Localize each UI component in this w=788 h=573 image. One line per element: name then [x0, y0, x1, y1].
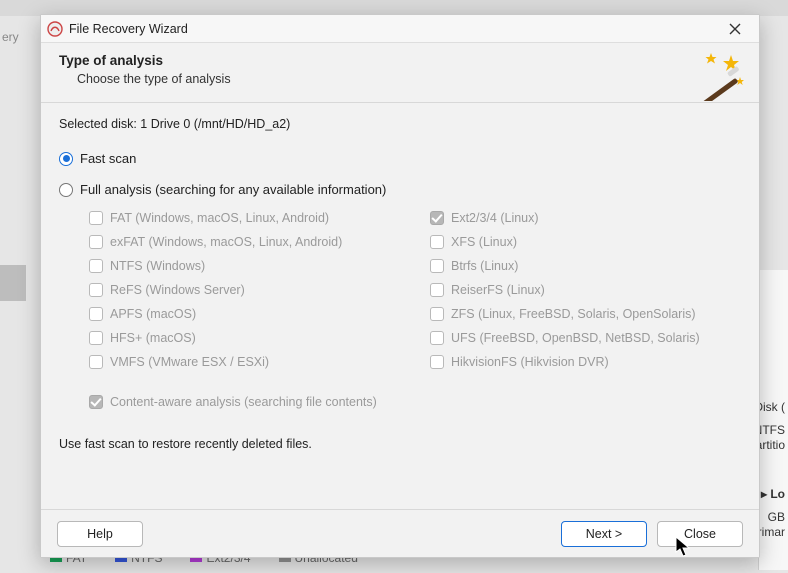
close-button[interactable]: Close — [657, 521, 743, 547]
fast-scan-radio[interactable]: Fast scan — [59, 151, 741, 166]
help-button[interactable]: Help — [57, 521, 143, 547]
fs-apfs-checkbox[interactable]: APFS (macOS) — [89, 307, 400, 321]
fs-label: UFS (FreeBSD, OpenBSD, NetBSD, Solaris) — [451, 331, 700, 345]
fs-label: ReiserFS (Linux) — [451, 283, 545, 297]
checkbox-icon — [430, 283, 444, 297]
checkbox-icon — [430, 259, 444, 273]
full-analysis-radio[interactable]: Full analysis (searching for any availab… — [59, 182, 741, 197]
fs-hikvision-checkbox[interactable]: HikvisionFS (Hikvision DVR) — [430, 355, 741, 369]
bg-right-lo: ▸ Lo — [761, 487, 785, 501]
fs-vmfs-checkbox[interactable]: VMFS (VMware ESX / ESXi) — [89, 355, 400, 369]
bg-selection-bar — [0, 265, 26, 301]
fs-label: HikvisionFS (Hikvision DVR) — [451, 355, 609, 369]
filesystem-grid: FAT (Windows, macOS, Linux, Android) Ext… — [89, 211, 741, 369]
checkbox-icon — [89, 235, 103, 249]
checkbox-icon — [430, 307, 444, 321]
checkbox-icon — [430, 211, 444, 225]
fs-xfs-checkbox[interactable]: XFS (Linux) — [430, 235, 741, 249]
content-aware-checkbox[interactable]: Content-aware analysis (searching file c… — [89, 395, 741, 409]
wizard-wand-icon — [691, 51, 747, 101]
fs-label: ReFS (Windows Server) — [110, 283, 245, 297]
fs-label: FAT (Windows, macOS, Linux, Android) — [110, 211, 329, 225]
fs-label: VMFS (VMware ESX / ESXi) — [110, 355, 269, 369]
selected-disk-label: Selected disk: 1 Drive 0 (/mnt/HD/HD_a2) — [59, 117, 741, 131]
next-button[interactable]: Next > — [561, 521, 647, 547]
fs-hfs-checkbox[interactable]: HFS+ (macOS) — [89, 331, 400, 345]
fs-zfs-checkbox[interactable]: ZFS (Linux, FreeBSD, Solaris, OpenSolari… — [430, 307, 741, 321]
fs-ext-checkbox[interactable]: Ext2/3/4 (Linux) — [430, 211, 741, 225]
page-subtitle: Choose the type of analysis — [77, 72, 741, 86]
fs-label: HFS+ (macOS) — [110, 331, 196, 345]
fs-label: exFAT (Windows, macOS, Linux, Android) — [110, 235, 342, 249]
checkbox-icon — [89, 355, 103, 369]
radio-icon — [59, 152, 73, 166]
content-aware-label: Content-aware analysis (searching file c… — [110, 395, 377, 409]
fs-label: ZFS (Linux, FreeBSD, Solaris, OpenSolari… — [451, 307, 696, 321]
close-icon — [729, 23, 741, 35]
fs-ufs-checkbox[interactable]: UFS (FreeBSD, OpenBSD, NetBSD, Solaris) — [430, 331, 741, 345]
fs-ntfs-checkbox[interactable]: NTFS (Windows) — [89, 259, 400, 273]
fs-label: XFS (Linux) — [451, 235, 517, 249]
checkbox-icon — [89, 307, 103, 321]
fs-label: Ext2/3/4 (Linux) — [451, 211, 539, 225]
bg-text-fragment: ery — [2, 30, 19, 44]
radio-icon — [59, 183, 73, 197]
bg-right-gb: GB — [768, 510, 785, 524]
fs-refs-checkbox[interactable]: ReFS (Windows Server) — [89, 283, 400, 297]
fs-exfat-checkbox[interactable]: exFAT (Windows, macOS, Linux, Android) — [89, 235, 400, 249]
page-title: Type of analysis — [59, 53, 741, 68]
window-close-button[interactable] — [717, 18, 753, 40]
fs-fat-checkbox[interactable]: FAT (Windows, macOS, Linux, Android) — [89, 211, 400, 225]
wizard-header: Type of analysis Choose the type of anal… — [41, 43, 759, 103]
bg-right-rimar: rimar — [758, 525, 785, 539]
app-icon — [47, 21, 63, 37]
full-analysis-label: Full analysis (searching for any availab… — [80, 182, 386, 197]
checkbox-icon — [89, 283, 103, 297]
selected-disk-value: 1 Drive 0 (/mnt/HD/HD_a2) — [140, 117, 290, 131]
checkbox-icon — [430, 235, 444, 249]
checkbox-icon — [430, 355, 444, 369]
window-title: File Recovery Wizard — [69, 22, 188, 36]
checkbox-icon — [430, 331, 444, 345]
checkbox-icon — [89, 331, 103, 345]
titlebar: File Recovery Wizard — [41, 15, 759, 43]
bg-right-partition: artitio — [756, 438, 785, 452]
fs-label: APFS (macOS) — [110, 307, 196, 321]
checkbox-icon — [89, 395, 103, 409]
file-recovery-wizard-dialog: File Recovery Wizard Type of analysis Ch… — [40, 14, 760, 558]
fs-label: Btrfs (Linux) — [451, 259, 518, 273]
wizard-body: Selected disk: 1 Drive 0 (/mnt/HD/HD_a2)… — [41, 103, 759, 509]
checkbox-icon — [89, 259, 103, 273]
fast-scan-label: Fast scan — [80, 151, 136, 166]
fs-btrfs-checkbox[interactable]: Btrfs (Linux) — [430, 259, 741, 273]
fast-scan-hint: Use fast scan to restore recently delete… — [59, 437, 741, 451]
fs-reiserfs-checkbox[interactable]: ReiserFS (Linux) — [430, 283, 741, 297]
selected-disk-prefix: Selected disk: — [59, 117, 140, 131]
wizard-footer: Help Next > Close — [41, 509, 759, 557]
fs-label: NTFS (Windows) — [110, 259, 205, 273]
checkbox-icon — [89, 211, 103, 225]
